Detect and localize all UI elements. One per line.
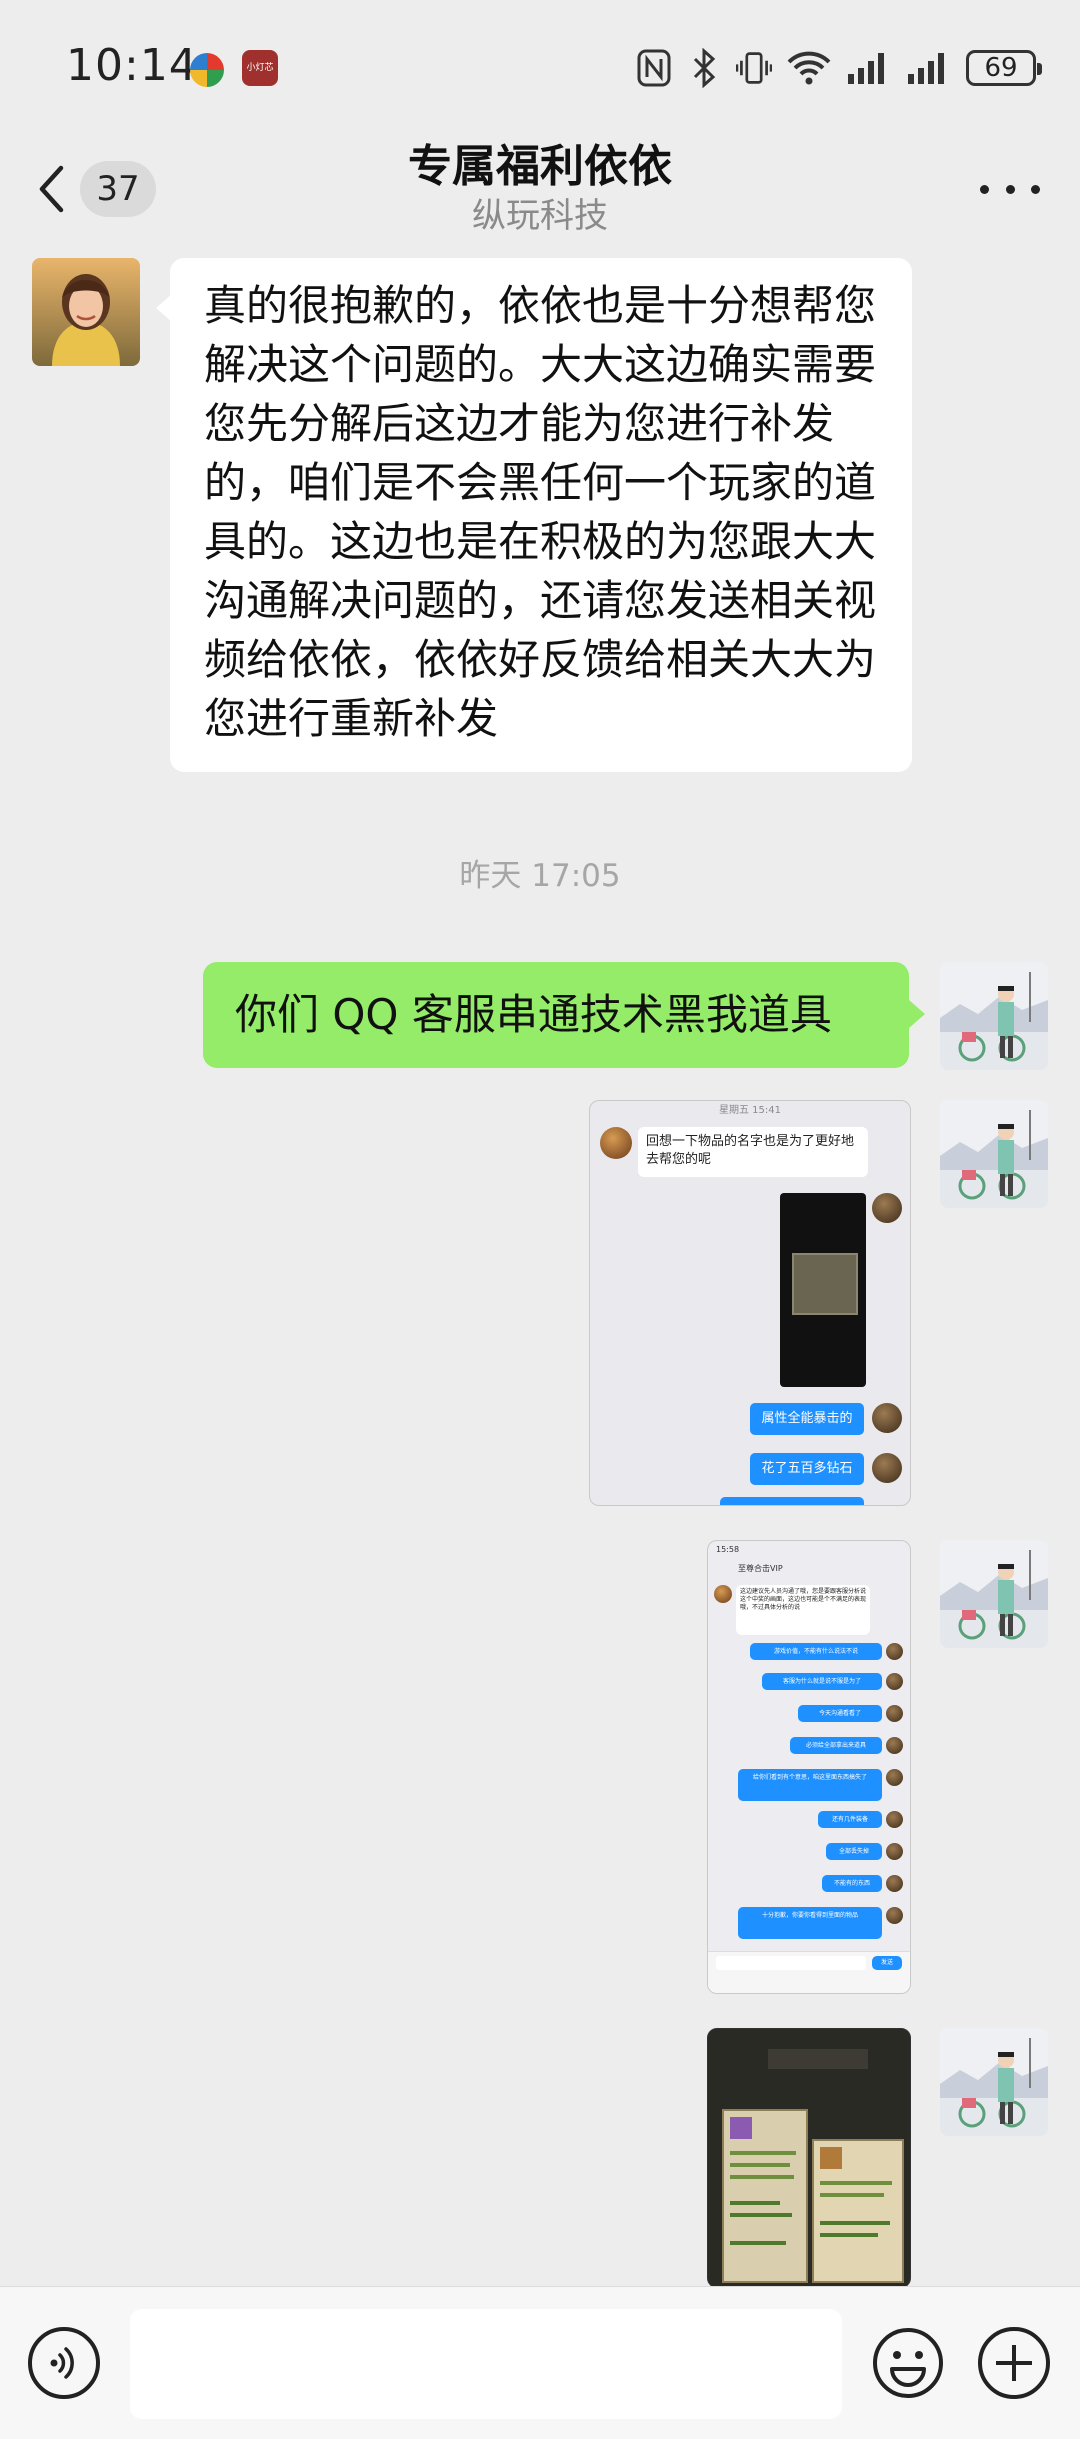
screenshot-bubble-left: 回想一下物品的名字也是为了更好地去帮您的呢 xyxy=(638,1127,868,1177)
message-timestamp: 昨天 17:05 xyxy=(459,858,621,894)
screenshot-header: 星期五 15:41 xyxy=(719,1105,781,1116)
unread-count-badge: 37 xyxy=(80,161,156,217)
dot-icon xyxy=(980,184,989,194)
status-icons: 69 xyxy=(636,44,1042,92)
user-avatar[interactable] xyxy=(940,1100,1048,1208)
voice-input-button[interactable] xyxy=(28,2327,100,2399)
battery-indicator: 69 xyxy=(966,50,1042,86)
avatar xyxy=(600,1127,632,1159)
screenshot-bubble-blue: 必须给全部拿出来道具 xyxy=(790,1737,882,1754)
message-text-input[interactable] xyxy=(130,2309,842,2419)
app-notification-icon-2: 小灯芯 xyxy=(242,50,278,86)
avatar xyxy=(886,1907,903,1924)
avatar xyxy=(886,1705,903,1722)
chevron-left-icon xyxy=(39,165,64,213)
more-options-button[interactable] xyxy=(980,164,1040,214)
screenshot-bubble-blue xyxy=(720,1497,864,1505)
wifi-icon xyxy=(786,48,832,88)
game-item-panel xyxy=(722,2109,808,2283)
bluetooth-icon xyxy=(686,48,722,88)
avatar xyxy=(886,1673,903,1690)
back-button[interactable]: 37 xyxy=(36,154,156,224)
user-avatar[interactable] xyxy=(940,2028,1048,2136)
voice-icon xyxy=(50,2347,74,2379)
avatar xyxy=(886,1843,903,1860)
image-message-screenshot-1[interactable]: 星期五 15:41 回想一下物品的名字也是为了更好地去帮您的呢 属性全能暴击的 … xyxy=(589,1100,911,1506)
screenshot-bubble-blue: 花了五百多钻石 xyxy=(750,1453,864,1485)
screenshot-status: 15:58 xyxy=(716,1545,740,1554)
chat-header: 专属福利依依 纵玩科技 37 xyxy=(0,130,1080,248)
app-notification-icon xyxy=(190,53,224,87)
chat-subtitle: 纵玩科技 xyxy=(472,196,608,236)
screenshot-bubble-left: 这边建议先人员沟通了哦，您是要跟客服分析说这个中奖的画面，这边也可能是个不满足的… xyxy=(736,1585,870,1635)
chat-title: 专属福利依依 xyxy=(408,141,672,192)
emoji-button[interactable] xyxy=(870,2325,946,2401)
screenshot-bubble-blue: 给你们看到有个意思，咱这里面东西搞失了 xyxy=(738,1769,882,1801)
chat-messages[interactable]: 真的很抱歉的，依依也是十分想帮您解决这个问题的。大大这边确实需要您先分解后这边才… xyxy=(0,248,1080,2286)
incoming-message-bubble[interactable]: 真的很抱歉的，依依也是十分想帮您解决这个问题的。大大这边确实需要您先分解后这边才… xyxy=(156,258,912,772)
dot-icon xyxy=(1031,184,1040,194)
avatar xyxy=(886,1643,903,1660)
status-time: 10:14 xyxy=(66,40,198,91)
avatar xyxy=(886,1737,903,1754)
avatar xyxy=(886,1811,903,1828)
avatar xyxy=(714,1585,732,1603)
screenshot-bubble-blue: 客服为什么就是说不服是为了 xyxy=(762,1673,882,1690)
dot-icon xyxy=(1005,184,1015,194)
nfc-icon xyxy=(636,48,672,88)
screenshot-video-thumbnail xyxy=(780,1193,866,1387)
screenshot-bubble-blue: 还有几件装备 xyxy=(818,1811,882,1828)
screenshot-input-bar: 发送 xyxy=(708,1951,910,1993)
screenshot-bubble-blue: 属性全能暴击的 xyxy=(750,1403,864,1435)
screenshot-send-button: 发送 xyxy=(872,1956,902,1970)
screenshot-bubble-blue: 今天沟通看看了 xyxy=(798,1705,882,1722)
vibrate-icon xyxy=(736,48,772,88)
status-bar: 10:14 小灯芯 69 xyxy=(0,0,1080,130)
screenshot-bubble-blue: 游戏价值，不能有什么说法不说 xyxy=(750,1643,882,1660)
avatar xyxy=(886,1875,903,1892)
screenshot-bubble-blue: 不能有的东西 xyxy=(822,1875,882,1892)
emoji-icon xyxy=(873,2328,943,2398)
image-message-screenshot-3[interactable] xyxy=(707,2028,911,2286)
avatar xyxy=(872,1193,902,1223)
user-avatar[interactable] xyxy=(940,1540,1048,1648)
user-avatar[interactable] xyxy=(940,962,1048,1070)
contact-avatar[interactable] xyxy=(32,258,140,366)
avatar xyxy=(872,1453,902,1483)
game-item-panel xyxy=(812,2139,904,2283)
signal-icon xyxy=(846,48,892,88)
screenshot-bubble-blue: 十分抱歉，你要你看得到里面的物品 xyxy=(738,1907,882,1939)
signal-icon-2 xyxy=(906,48,952,88)
outgoing-message-bubble[interactable]: 你们 QQ 客服串通技术黑我道具 xyxy=(203,962,925,1068)
avatar xyxy=(872,1403,902,1433)
screenshot-chat-title: 至尊合击VIP xyxy=(738,1564,783,1573)
screenshot-bubble-blue: 全部丢失掉 xyxy=(826,1843,882,1860)
more-functions-button[interactable] xyxy=(978,2327,1050,2399)
avatar xyxy=(886,1769,903,1786)
image-message-screenshot-2[interactable]: 15:58 至尊合击VIP 这边建议先人员沟通了哦，您是要跟客服分析说这个中奖的… xyxy=(707,1540,911,1994)
message-input-bar xyxy=(0,2286,1080,2439)
